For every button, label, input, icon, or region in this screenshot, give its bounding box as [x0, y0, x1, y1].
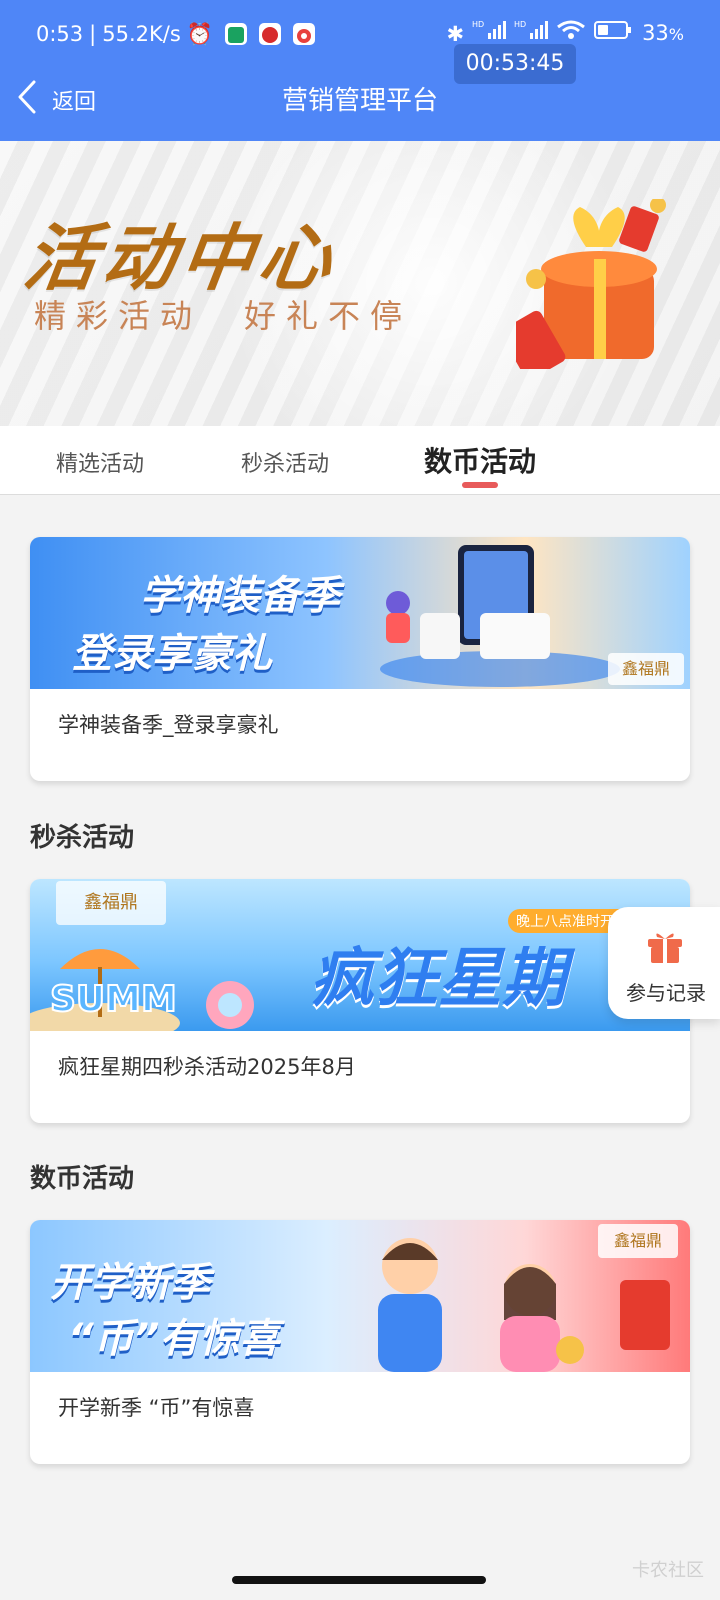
- participation-record-button[interactable]: 参与记录: [608, 907, 720, 1019]
- tab-bar: 精选活动 秒杀活动 数币活动: [0, 426, 720, 495]
- activity-card-study[interactable]: 学神装备季 登录享豪礼 鑫福鼎 学神装备季_登录享豪礼: [30, 537, 690, 781]
- weibo-icon: [292, 23, 315, 45]
- tab-flash-sale[interactable]: 秒杀活动: [241, 446, 329, 478]
- activity-title: 疯狂星期四秒杀活动2025年8月: [58, 1055, 356, 1079]
- activity-card-flash-sale[interactable]: 鑫福鼎 SUMM 晚上八点准时开抢 疯狂星期 疯狂星期四秒杀活动2025年8月: [30, 879, 690, 1123]
- participation-record-label: 参与记录: [626, 981, 706, 1005]
- watermark: 卡农社区: [632, 1560, 704, 1581]
- status-bar: 0:53 | 55.2K/s ⏰ ✱ HD HD 33%: [36, 18, 684, 50]
- battery-percent: 33%: [642, 21, 684, 45]
- activity-banner: 学神装备季 登录享豪礼 鑫福鼎: [30, 537, 690, 689]
- activity-title: 开学新季 “币”有惊喜: [58, 1396, 255, 1420]
- devices-illustration: [380, 545, 620, 687]
- home-indicator[interactable]: [232, 1576, 486, 1584]
- app-icon-green: [224, 23, 247, 45]
- activity-title: 学神装备季_登录享豪礼: [58, 713, 279, 737]
- brand-logo: 鑫福鼎: [608, 653, 684, 685]
- section-title-flash-sale: 秒杀活动: [30, 823, 135, 853]
- banner-heading: 开学新季: [50, 1260, 210, 1306]
- summer-illustration: SUMM: [30, 949, 254, 1031]
- status-time: 0:53: [36, 22, 84, 46]
- tab-active-indicator: [462, 482, 498, 488]
- banner-heading: 学神装备季: [140, 573, 340, 619]
- activity-banner: 开学新季 “币”有惊喜 鑫福鼎: [30, 1220, 690, 1372]
- page-title: 营销管理平台: [281, 86, 438, 116]
- gift-box-icon: [516, 199, 666, 369]
- network-speed: 55.2K/s: [102, 22, 181, 46]
- nav-bar: 返回 营销管理平台: [0, 72, 720, 128]
- section-title-digital-currency: 数币活动: [30, 1164, 135, 1194]
- app-icon-red: [258, 23, 281, 45]
- banner-subheading: “币”有惊喜: [68, 1316, 280, 1362]
- svg-text:HD: HD: [472, 20, 484, 29]
- svg-text:HD: HD: [514, 20, 526, 29]
- top-bar: 0:53 | 55.2K/s ⏰ ✱ HD HD 33% 00:53:45 返回…: [0, 0, 720, 141]
- banner-heading: 疯狂星期: [310, 942, 566, 1016]
- tab-digital-currency[interactable]: 数币活动: [424, 440, 536, 480]
- battery-icon: [594, 18, 634, 50]
- svg-text:SUMM: SUMM: [50, 979, 177, 1020]
- hero-banner: 活动中心 精彩活动 好礼不停: [0, 141, 720, 426]
- activity-banner: 鑫福鼎 SUMM 晚上八点准时开抢 疯狂星期: [30, 879, 690, 1031]
- tab-featured[interactable]: 精选活动: [56, 446, 144, 478]
- hero-title: 活动中心: [19, 216, 344, 300]
- brand-logo: 鑫福鼎: [598, 1224, 678, 1258]
- hero-subtitle: 精彩活动 好礼不停: [34, 297, 413, 335]
- gift-icon: [648, 933, 682, 963]
- banner-subheading: 登录享豪礼: [72, 631, 272, 677]
- activity-card-school-season[interactable]: 开学新季 “币”有惊喜 鑫福鼎 开学新季 “币”有惊喜: [30, 1220, 690, 1464]
- alarm-icon: ⏰: [186, 22, 213, 46]
